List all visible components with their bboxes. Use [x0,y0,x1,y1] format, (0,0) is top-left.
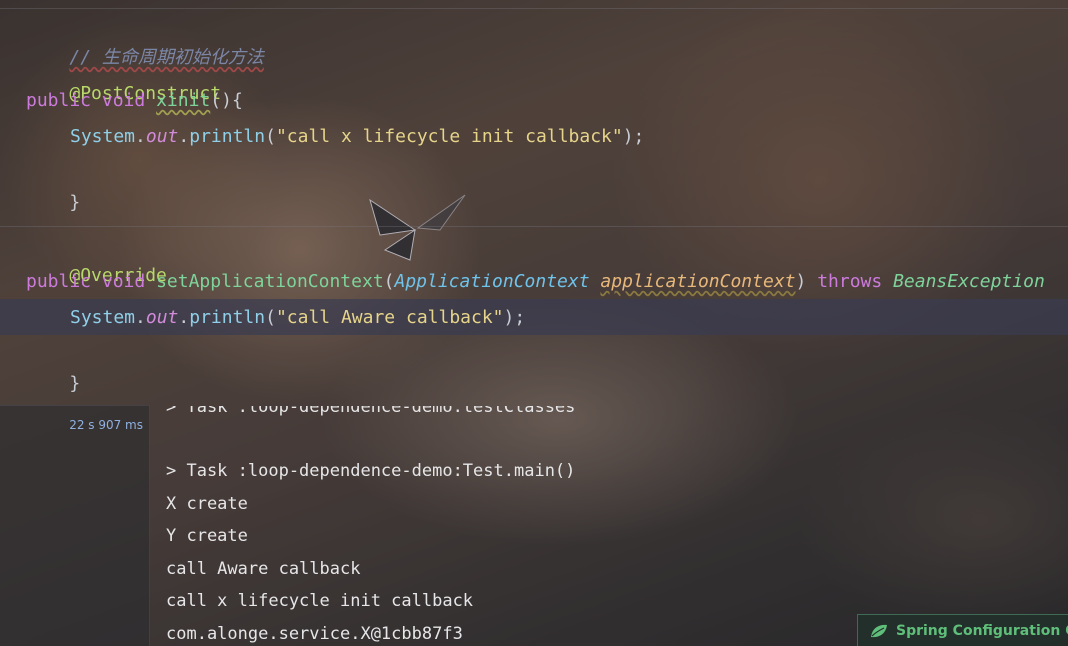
elapsed-time: 22 s 907 ms [69,418,143,432]
code-editor[interactable]: // 生命周期初始化方法 @PostConstruct public void … [0,0,1068,400]
field-out: out [145,307,179,328]
method-println: println [189,307,266,328]
code-line-println-aware[interactable]: System.out.println("call Aware callback"… [26,303,525,333]
method-println: println [189,126,266,147]
code-line-setctx-signature[interactable]: public void setApplicationContext(Applic… [26,267,1045,297]
close-brace: } [69,192,81,213]
code-line-annotation[interactable]: @PostConstruct [26,49,221,104]
class-system: System [70,126,136,147]
param-name: applicationContext [600,271,796,292]
code-line-close-brace[interactable]: } [26,339,80,394]
param-type: ApplicationContext [394,271,590,292]
keyword-throws: throws [817,271,883,292]
field-out: out [145,126,179,147]
punctuation: ); [622,126,645,147]
string-literal: "call Aware callback" [275,307,504,328]
method-separator [0,226,1068,227]
code-line-comment[interactable]: // 生命周期初始化方法 [26,13,264,68]
punctuation: (){ [210,90,243,111]
status-tab-label: Spring Configuration Che [896,622,1068,639]
spring-configuration-check-tab[interactable]: Spring Configuration Che [857,614,1068,646]
punctuation: ); [503,307,526,328]
method-name-setctx: setApplicationContext [156,271,384,292]
code-line-println-lifecycle[interactable]: System.out.println("call x lifecycle ini… [26,122,644,152]
close-brace: } [69,373,81,394]
keyword-void: void [101,90,146,111]
code-line-xinit-signature[interactable]: public void xinit(){ [26,86,243,116]
run-tree-panel[interactable]: 22 s 907 ms [0,405,150,646]
exception-type: BeansException [893,271,1045,292]
code-line-annotation-override[interactable]: @Override [26,231,167,286]
console-line[interactable]: com.alonge.service.X@1cbb87f3 [166,620,463,646]
keyword-void: void [101,271,146,292]
console-line[interactable]: call Aware callback [166,555,360,583]
method-separator [0,8,1068,9]
run-console[interactable]: 22 s 907 ms > Task :loop-dependence-demo… [0,393,1068,646]
method-name-xinit: xinit [156,90,211,111]
string-literal: "call x lifecycle init callback" [275,126,623,147]
keyword-public: public [26,90,92,111]
spring-leaf-icon [871,624,887,637]
console-line[interactable]: > Task :loop-dependence-demo:Test.main() [166,457,575,485]
console-line[interactable]: Y create [166,522,248,550]
class-system: System [70,307,136,328]
console-line[interactable]: X create [166,490,248,518]
keyword-public: public [26,271,92,292]
code-line-close-brace[interactable]: } [26,158,80,213]
console-line[interactable]: > Task :loop-dependence-demo:testClasses [166,406,575,421]
console-line[interactable]: call x lifecycle init callback [166,587,473,615]
